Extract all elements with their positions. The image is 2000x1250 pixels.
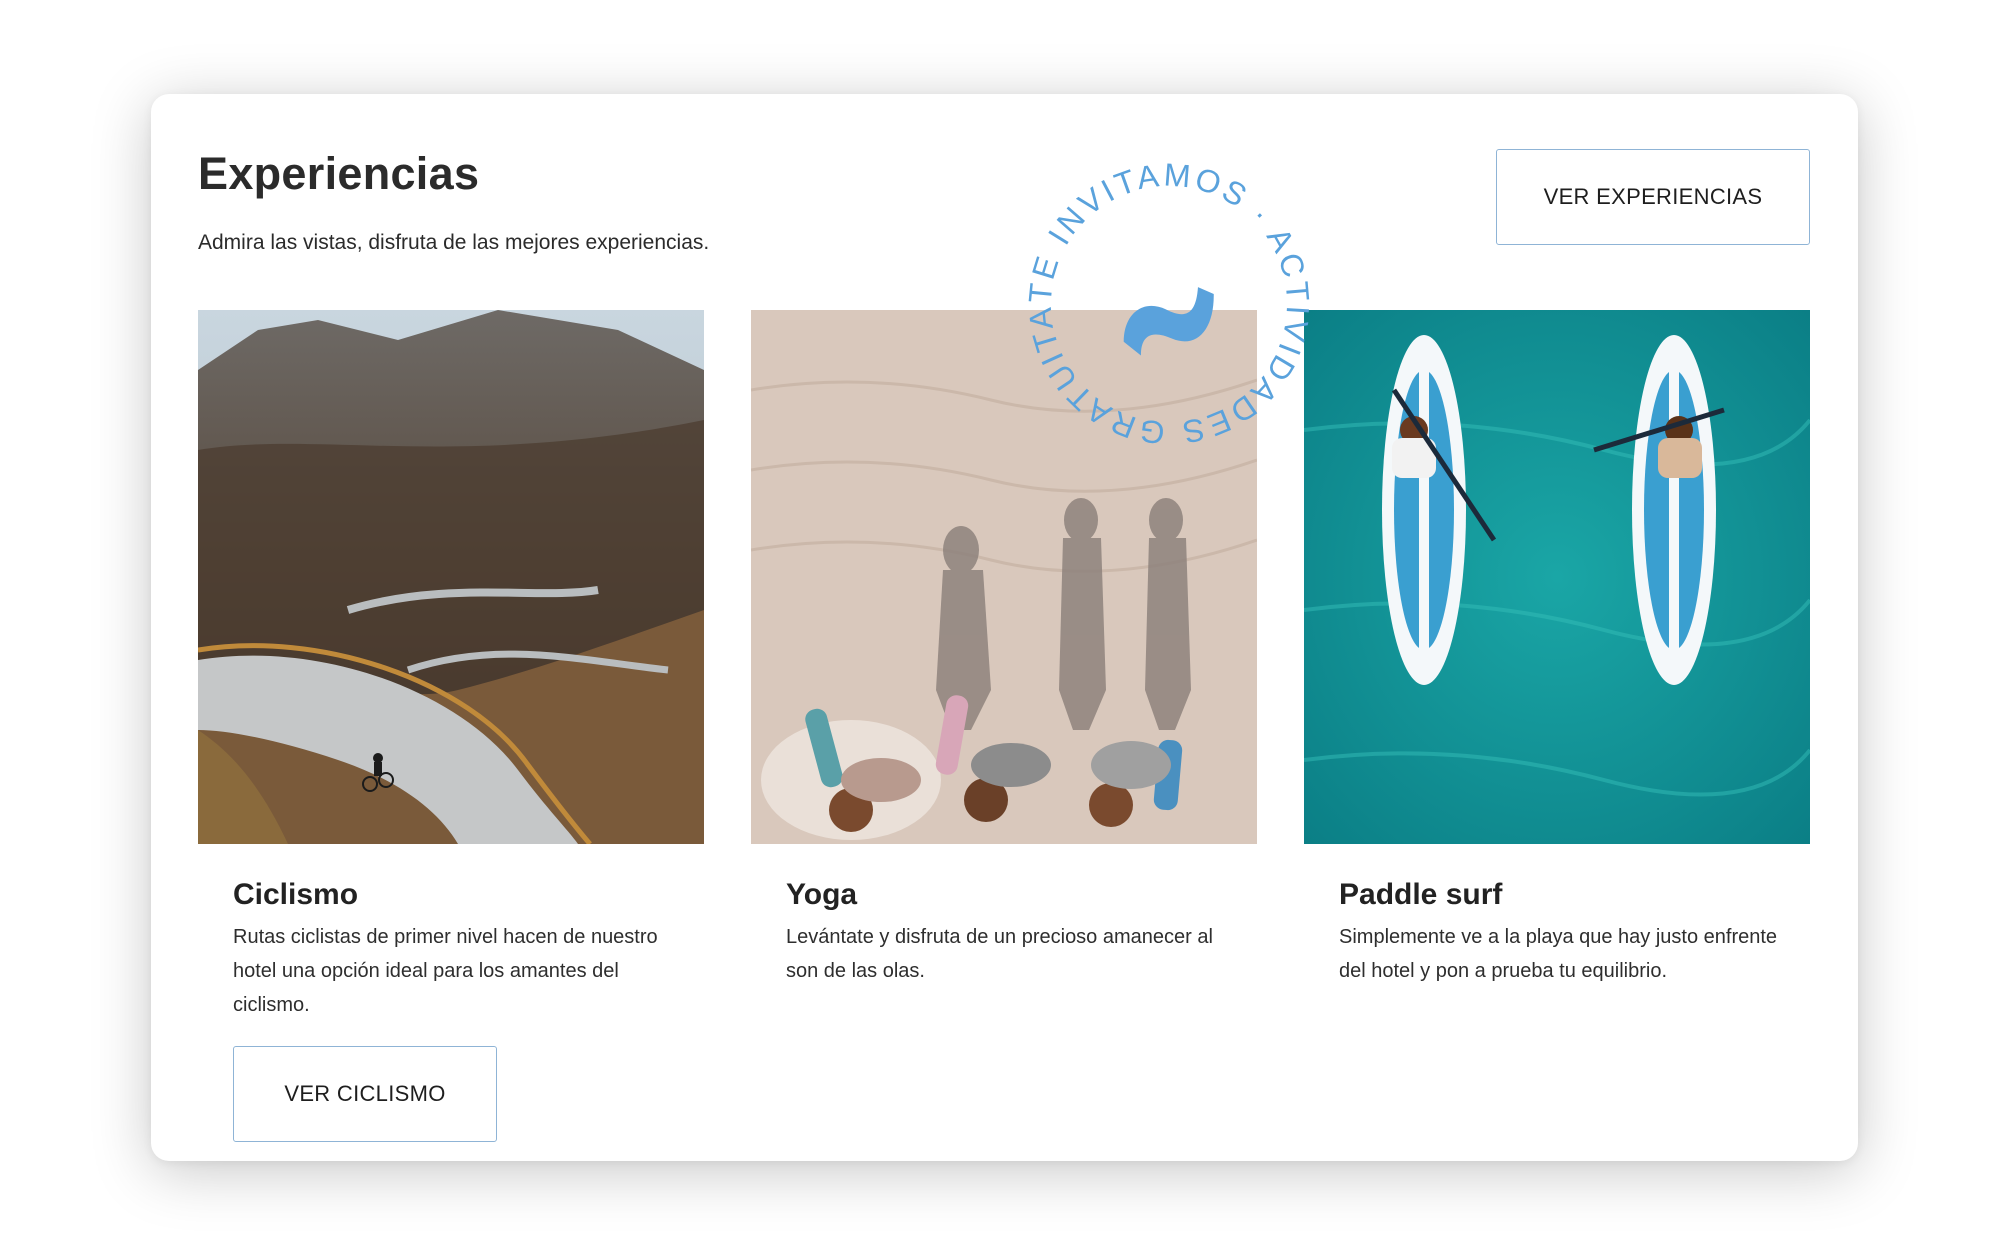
view-experiences-button[interactable]: VER EXPERIENCIAS (1496, 149, 1810, 245)
experience-description-paddle-surf: Simplemente ve a la playa que hay justo … (1339, 926, 1778, 982)
section-subtitle: Admira las vistas, disfruta de las mejor… (198, 231, 710, 254)
free-activities-badge: TE INVITAMOS · ACTIVIDADES GRATUITAS · (997, 115, 1329, 464)
experience-description-cycling: Rutas ciclistas de primer nivel hacen de… (233, 926, 658, 1016)
paddle-surf-aerial-image (1304, 310, 1810, 844)
experiences-card: Experiencias Admira las vistas, disfruta… (151, 94, 1858, 1161)
wave-icon (1123, 287, 1214, 356)
experience-title-paddle-surf: Paddle surf (1339, 878, 1503, 911)
experience-title-cycling: Ciclismo (233, 878, 359, 911)
cyclist-mountain-road-image (198, 310, 704, 844)
experience-description-yoga: Levántate y disfruta de un precioso aman… (786, 926, 1213, 982)
view-cycling-button[interactable]: VER CICLISMO (233, 1046, 497, 1142)
experience-title-yoga: Yoga (786, 878, 858, 911)
badge-text: TE INVITAMOS · ACTIVIDADES GRATUITAS · (997, 115, 1317, 451)
section-title: Experiencias (198, 148, 480, 199)
